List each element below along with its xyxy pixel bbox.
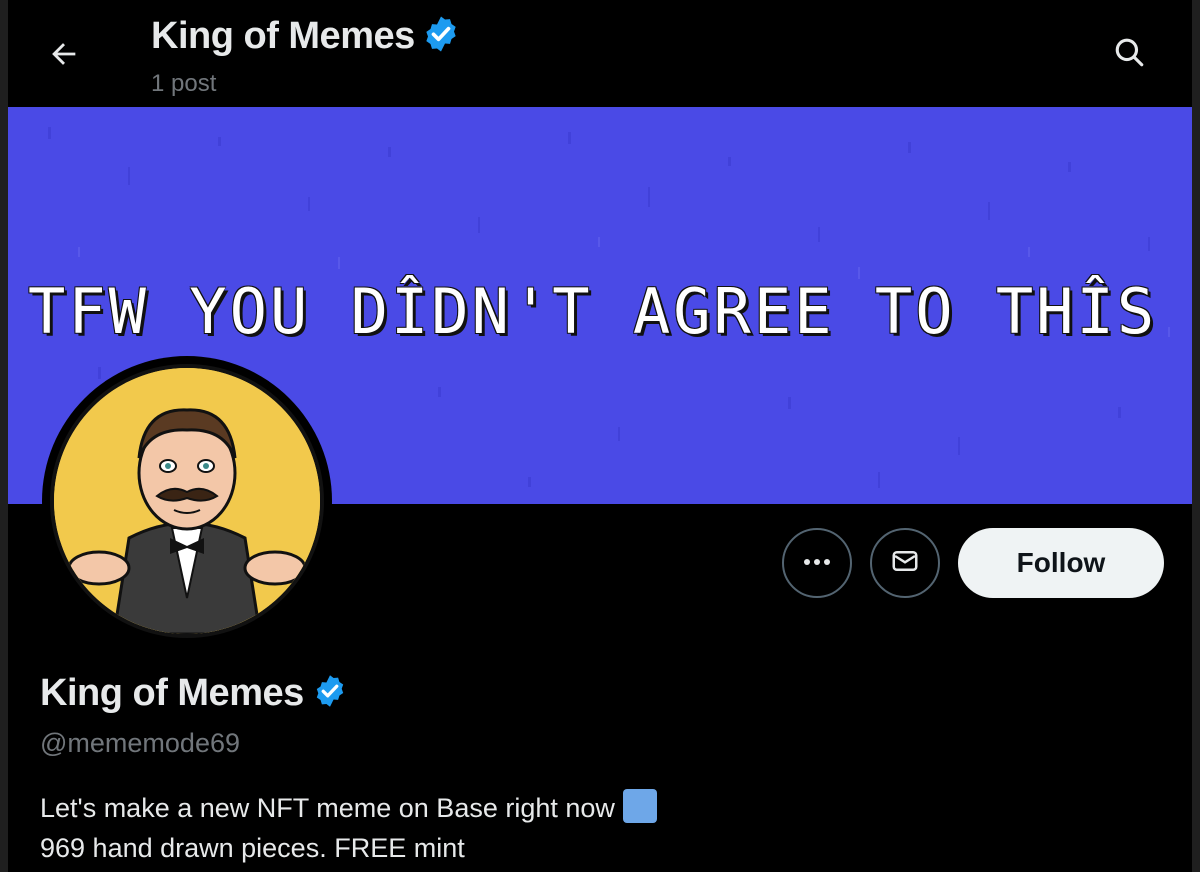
profile-name: King of Memes bbox=[40, 672, 304, 714]
arrow-left-icon bbox=[47, 37, 81, 76]
profile-name-row: King of Memes bbox=[40, 672, 348, 715]
message-button[interactable] bbox=[870, 528, 940, 598]
top-bar: King of Memes 1 post bbox=[8, 0, 1192, 107]
back-button[interactable] bbox=[38, 30, 90, 82]
more-button[interactable] bbox=[782, 528, 852, 598]
banner-caption: TFW YOU DÎDN'T AGREE TO THÎS bbox=[28, 275, 1158, 348]
verified-badge-icon[interactable] bbox=[312, 673, 348, 714]
bio-line-2: 969 hand drawn pieces. FREE mint bbox=[40, 833, 465, 863]
message-icon bbox=[890, 546, 920, 581]
verified-badge-icon bbox=[421, 14, 461, 59]
bio-line-1: Let's make a new NFT meme on Base right … bbox=[40, 788, 657, 828]
search-button[interactable] bbox=[1103, 28, 1155, 80]
profile-page: King of Memes 1 post TFW YOU DÎDN'T AGRE… bbox=[0, 0, 1200, 872]
header-title: King of Memes bbox=[151, 15, 415, 57]
blue-square-emoji-icon bbox=[622, 789, 657, 823]
bio-line-1-text: Let's make a new NFT meme on Base right … bbox=[40, 793, 615, 823]
avatar-image bbox=[50, 364, 324, 638]
follow-button[interactable]: Follow bbox=[958, 528, 1164, 598]
header-title-row: King of Memes bbox=[151, 14, 461, 59]
avatar[interactable] bbox=[42, 356, 332, 646]
profile-handle: @mememode69 bbox=[40, 728, 240, 758]
post-count: 1 post bbox=[151, 70, 217, 97]
search-icon bbox=[1112, 35, 1146, 74]
profile-bio: Let's make a new NFT meme on Base right … bbox=[40, 788, 657, 868]
more-icon bbox=[802, 554, 832, 572]
